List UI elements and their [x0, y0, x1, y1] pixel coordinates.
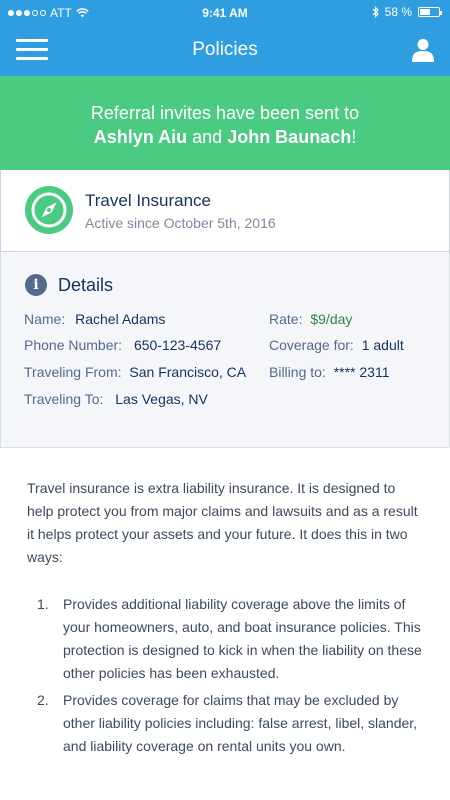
policy-title: Travel Insurance	[85, 191, 211, 210]
list-number: 2.	[37, 692, 49, 708]
bluetooth-icon	[372, 6, 379, 18]
detail-label: Billing to:	[269, 364, 326, 380]
detail-label: Phone Number:	[24, 337, 123, 353]
list-text: Provides coverage for claims that may be…	[63, 692, 418, 754]
list-text: Provides additional liability coverage a…	[63, 596, 422, 681]
detail-value: 1 adult	[361, 337, 404, 353]
status-right: 58 %	[372, 5, 442, 19]
battery-fill	[420, 9, 431, 15]
list-item: 1. Provides additional liability coverag…	[27, 593, 425, 685]
detail-label: Coverage for:	[269, 337, 354, 353]
list-number: 1.	[37, 596, 49, 612]
detail-billing: Billing to: **** 2311	[269, 364, 390, 380]
page-title: Policies	[192, 39, 258, 60]
battery-percent: 58 %	[384, 5, 412, 19]
description-intro: Travel insurance is extra liability insu…	[27, 480, 418, 565]
banner-punct: !	[351, 127, 357, 147]
detail-value: **** 2311	[333, 364, 390, 380]
details-header: i Details	[25, 274, 113, 296]
info-icon: i	[25, 274, 47, 296]
nav-bar: Policies	[0, 26, 450, 76]
detail-label: Traveling To:	[24, 391, 104, 407]
detail-value: 650-123-4567	[133, 337, 222, 353]
detail-label: Rate:	[269, 311, 303, 327]
profile-icon[interactable]	[412, 38, 434, 62]
policy-card[interactable]: Travel Insurance Active since October 5t…	[0, 170, 450, 252]
referral-name-2: John Baunach	[227, 127, 352, 147]
list-item: 2. Provides coverage for claims that may…	[27, 689, 425, 758]
banner-line-2: Ashlyn Aiu and John Baunach!	[0, 125, 450, 149]
details-title: Details	[58, 274, 114, 295]
app-header: ATT 9:41 AM 58 % Policies	[0, 0, 450, 76]
detail-name: Name: Rachel Adams	[24, 311, 165, 327]
details-section: i Details Name: Rachel Adams Phone Numbe…	[0, 252, 450, 448]
detail-rate: Rate: $9/day	[269, 311, 352, 327]
detail-label: Traveling From:	[24, 364, 122, 380]
status-bar: ATT 9:41 AM 58 %	[0, 0, 450, 26]
detail-value: Las Vegas, NV	[115, 391, 208, 407]
detail-phone: Phone Number: 650-123-4567	[24, 337, 221, 353]
policy-subtitle: Active since October 5th, 2016	[85, 215, 276, 231]
detail-label: Name:	[24, 311, 66, 327]
policy-description: Travel insurance is extra liability insu…	[27, 477, 425, 758]
banner-connector: and	[192, 127, 223, 147]
detail-coverage: Coverage for: 1 adult	[269, 337, 404, 353]
detail-value: $9/day	[310, 311, 353, 327]
referral-name-1: Ashlyn Aiu	[93, 127, 188, 147]
detail-value: Rachel Adams	[75, 311, 166, 327]
detail-traveling-to: Traveling To: Las Vegas, NV	[24, 391, 208, 407]
detail-value: San Francisco, CA	[129, 364, 247, 380]
detail-traveling-from: Traveling From: San Francisco, CA	[24, 364, 246, 380]
compass-icon	[25, 186, 73, 234]
banner-line-1: Referral invites have been sent to	[90, 103, 360, 123]
battery-icon	[418, 7, 442, 17]
referral-success-banner: Referral invites have been sent to Ashly…	[0, 76, 450, 170]
